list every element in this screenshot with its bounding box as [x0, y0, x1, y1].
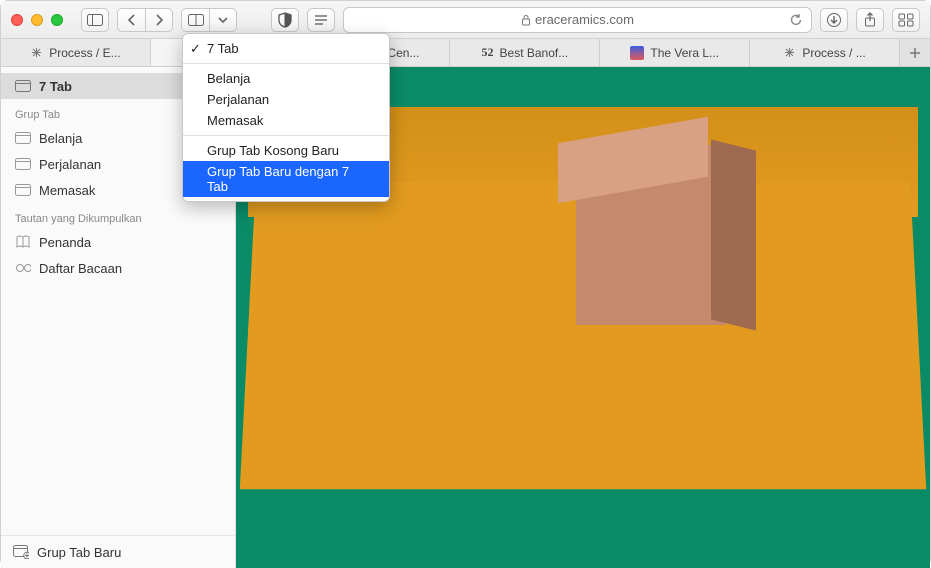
toolbar-right-group: [820, 8, 920, 32]
reload-icon: [789, 13, 803, 27]
tab-favicon: 52: [482, 45, 494, 60]
tab-item[interactable]: The Vera L...: [600, 39, 750, 66]
compass-icon: [30, 46, 43, 59]
minimize-window-button[interactable]: [31, 14, 43, 26]
main-split: 7 Tab Grup Tab Belanja Perjalanan Memasa…: [1, 67, 930, 568]
sidebar-item-label: Penanda: [39, 235, 91, 250]
nav-back-forward: [117, 8, 173, 32]
dropdown-item-new-empty[interactable]: Grup Tab Kosong Baru: [183, 140, 389, 161]
dropdown-separator: [183, 135, 389, 136]
dropdown-item-group[interactable]: Perjalanan: [183, 89, 389, 110]
sidebar-item-label: Perjalanan: [39, 157, 101, 172]
download-icon: [826, 12, 842, 28]
tab-favicon: [783, 46, 796, 59]
compass-icon: [783, 46, 796, 59]
reader-mode-button[interactable]: [307, 8, 335, 32]
address-text: eraceramics.com: [535, 12, 634, 27]
tab-grid-icon: [188, 14, 204, 26]
tab-group-dropdown-menu: 7 Tab Belanja Perjalanan Memasak Grup Ta…: [182, 33, 390, 202]
shield-icon: [278, 12, 292, 28]
new-group-icon: [13, 544, 29, 560]
forward-button[interactable]: [145, 8, 173, 32]
tab-overview-button[interactable]: [181, 8, 209, 32]
tab-item[interactable]: Process / E...: [1, 39, 151, 66]
tab-label: Best Banof...: [500, 46, 569, 60]
zoom-window-button[interactable]: [51, 14, 63, 26]
privacy-report-button[interactable]: [271, 8, 299, 32]
sidebar-item-label: Memasak: [39, 183, 95, 198]
reload-button[interactable]: [789, 13, 803, 27]
sidebar-bookmarks[interactable]: Penanda: [1, 229, 235, 255]
show-all-tabs-button[interactable]: [892, 8, 920, 32]
tab-favicon: [30, 46, 43, 59]
tab-label: Process / E...: [49, 46, 120, 60]
sidebar-item-label: 7 Tab: [39, 79, 72, 94]
dropdown-item-group[interactable]: Belanja: [183, 68, 389, 89]
downloads-button[interactable]: [820, 8, 848, 32]
tabs-grid-icon: [898, 13, 914, 27]
sidebar-new-group-button[interactable]: Grup Tab Baru: [1, 535, 235, 568]
tab-group-picker: [181, 8, 237, 32]
sidebar-item-label: Daftar Bacaan: [39, 261, 122, 276]
window-icon: [15, 78, 31, 94]
sidebar-icon: [87, 14, 103, 26]
dropdown-item-group[interactable]: Memasak: [183, 110, 389, 131]
dropdown-item-new-with-tabs[interactable]: Grup Tab Baru dengan 7 Tab: [183, 161, 389, 197]
sidebar-section-header: Tautan yang Dikumpulkan: [1, 203, 235, 229]
address-bar[interactable]: eraceramics.com: [343, 7, 812, 33]
window-toolbar: eraceramics.com: [1, 1, 930, 39]
lock-icon: [521, 14, 531, 26]
tab-item[interactable]: 52 Best Banof...: [450, 39, 600, 66]
sidebar-toggle-button[interactable]: [81, 8, 109, 32]
content-decor: [576, 145, 726, 325]
chevron-left-icon: [127, 14, 137, 26]
plus-icon: [909, 47, 921, 59]
window-icon: [15, 182, 31, 198]
tab-bar: Process / E... TAP — Th... Grand Cen... …: [1, 39, 930, 67]
sidebar-reading-list[interactable]: Daftar Bacaan: [1, 255, 235, 281]
tab-item[interactable]: Process / ...: [750, 39, 900, 66]
tab-group-dropdown-button[interactable]: [209, 8, 237, 32]
tab-label: Process / ...: [802, 46, 865, 60]
sidebar-footer-label: Grup Tab Baru: [37, 545, 121, 560]
share-button[interactable]: [856, 8, 884, 32]
chevron-right-icon: [154, 14, 164, 26]
new-tab-button[interactable]: [900, 39, 930, 66]
dropdown-item-current[interactable]: 7 Tab: [183, 38, 389, 59]
window-icon: [15, 130, 31, 146]
sidebar-item-label: Belanja: [39, 131, 82, 146]
dropdown-separator: [183, 63, 389, 64]
reader-icon: [314, 14, 328, 26]
share-icon: [863, 12, 877, 28]
window-controls: [11, 14, 63, 26]
chevron-down-icon: [218, 15, 228, 25]
close-window-button[interactable]: [11, 14, 23, 26]
window-icon: [15, 156, 31, 172]
back-button[interactable]: [117, 8, 145, 32]
glasses-icon: [15, 260, 31, 276]
tab-label: The Vera L...: [650, 46, 719, 60]
book-icon: [15, 234, 31, 250]
tab-favicon: [630, 46, 644, 60]
address-bar-wrap: eraceramics.com: [307, 7, 812, 33]
